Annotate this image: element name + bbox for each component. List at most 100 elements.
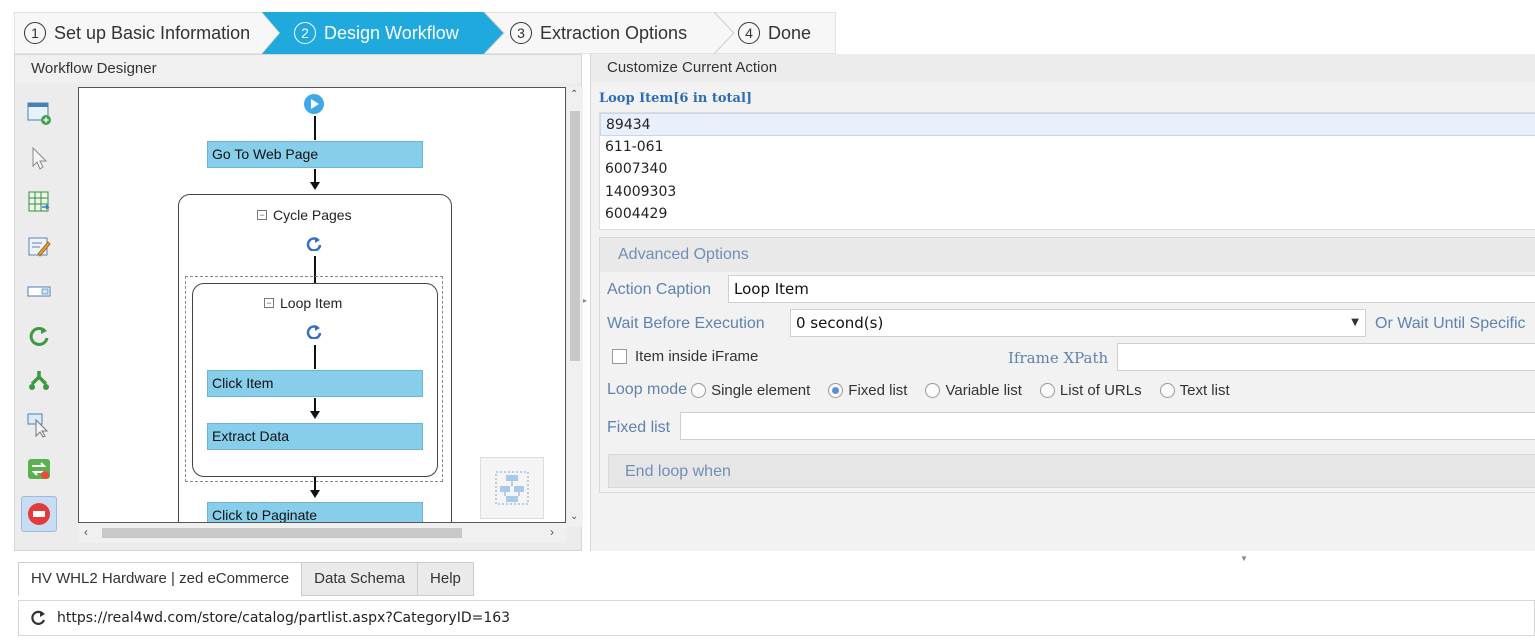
- list-item[interactable]: 6004429: [600, 203, 1535, 226]
- step-number: 1: [24, 22, 46, 44]
- url-text[interactable]: https://real4wd.com/store/catalog/partli…: [57, 610, 510, 626]
- fixed-list-label: Fixed list: [607, 419, 671, 436]
- loop-icon: [306, 325, 322, 339]
- tab-help[interactable]: Help: [417, 562, 474, 596]
- loop-mode-row: Loop mode Single element Fixed list Vari…: [607, 381, 1248, 399]
- step-label: Done: [768, 22, 812, 43]
- edit-form-icon[interactable]: [21, 229, 57, 265]
- wait-before-select[interactable]: 0 second(s) ▼: [790, 309, 1366, 337]
- branch-icon[interactable]: [21, 362, 57, 398]
- browser-tabs: HV WHL2 Hardware | zed eCommerce Data Sc…: [18, 562, 474, 596]
- fixed-list-input[interactable]: [680, 412, 1535, 440]
- loop-icon[interactable]: [21, 318, 57, 354]
- swap-icon[interactable]: [21, 451, 57, 487]
- refresh-icon[interactable]: [29, 609, 47, 627]
- extract-table-icon[interactable]: [21, 184, 57, 220]
- group-label: Cycle Pages: [273, 207, 352, 223]
- node-extract-data[interactable]: Extract Data: [207, 423, 423, 450]
- iframe-checkbox[interactable]: [612, 349, 627, 364]
- collapse-icon[interactable]: −: [257, 210, 267, 220]
- advanced-options-header[interactable]: Advanced Options: [600, 238, 1535, 272]
- click-select-icon[interactable]: [21, 407, 57, 443]
- connector: [314, 116, 316, 140]
- radio-label: Text list: [1179, 381, 1230, 399]
- panel-title: Workflow Designer: [15, 55, 581, 83]
- radio-selected-icon[interactable]: [828, 382, 844, 398]
- radio-fixed-list[interactable]: Fixed list: [828, 382, 907, 399]
- wait-before-value: 0 second(s): [796, 314, 884, 332]
- step-label: Set up Basic Information: [54, 22, 251, 43]
- pointer-icon[interactable]: [21, 140, 57, 176]
- toolbox: [21, 95, 65, 545]
- end-loop-when-header[interactable]: End loop when: [608, 454, 1535, 488]
- scroll-down-icon[interactable]: ⌄: [570, 511, 578, 522]
- wait-before-label: Wait Before Execution: [607, 315, 765, 332]
- group-label: Loop Item: [280, 295, 343, 311]
- radio-label: Fixed list: [848, 381, 908, 399]
- list-item[interactable]: 611-061: [600, 136, 1535, 159]
- stop-icon[interactable]: [21, 495, 57, 532]
- url-bar[interactable]: https://real4wd.com/store/catalog/partli…: [18, 600, 1535, 636]
- collapse-icon[interactable]: −: [264, 298, 274, 308]
- action-caption-input[interactable]: Loop Item: [728, 275, 1535, 303]
- panel-title: Customize Current Action: [591, 54, 1535, 82]
- arrow-icon: [310, 182, 320, 190]
- scroll-right-icon[interactable]: ›: [550, 525, 554, 539]
- node-click-to-paginate[interactable]: Click to Paginate: [207, 502, 423, 522]
- canvas-vertical-scrollbar[interactable]: ⌃ ⌄: [567, 87, 583, 527]
- scrollbar-thumb[interactable]: [102, 528, 462, 538]
- group-title-loop-item: − Loop Item: [264, 295, 342, 311]
- start-icon: [304, 94, 324, 114]
- connector: [314, 169, 316, 183]
- radio-icon[interactable]: [691, 382, 707, 398]
- loop-mode-label: Loop mode: [607, 381, 688, 398]
- arrow-icon: [310, 490, 320, 498]
- iframe-xpath-input[interactable]: [1117, 343, 1535, 371]
- scrollbar-thumb[interactable]: [570, 111, 580, 361]
- tab-data-schema[interactable]: Data Schema: [301, 562, 419, 596]
- radio-icon[interactable]: [1039, 382, 1055, 398]
- scroll-left-icon[interactable]: ‹: [84, 525, 88, 539]
- wizard-step-design-workflow[interactable]: 2 Design Workflow: [262, 12, 504, 54]
- scroll-up-icon[interactable]: ⌃: [570, 89, 578, 100]
- loop-item-count-title: Loop Item[6 in total]: [599, 91, 753, 106]
- step-number: 2: [294, 22, 316, 44]
- input-field-icon[interactable]: [21, 273, 57, 309]
- radio-list-of-urls[interactable]: List of URLs: [1039, 381, 1142, 399]
- step-label: Extraction Options: [540, 22, 688, 43]
- canvas-horizontal-scrollbar[interactable]: ‹ ›: [78, 523, 566, 543]
- wait-until-link[interactable]: Or Wait Until Specific: [1375, 315, 1526, 333]
- radio-label: Variable list: [945, 381, 1022, 399]
- radio-icon[interactable]: [925, 382, 941, 398]
- radio-single-element[interactable]: Single element: [691, 382, 810, 399]
- wizard-steps: 1 Set up Basic Information 2 Design Workfl…: [14, 12, 836, 54]
- splitter-handle-icon[interactable]: ▸: [583, 296, 587, 305]
- connector: [314, 345, 316, 369]
- step-label: Design Workflow: [324, 22, 459, 43]
- workflow-designer-panel: Workflow Designer Go To Web Page − Cycle…: [14, 54, 583, 551]
- workflow-map-icon[interactable]: [480, 457, 544, 519]
- dropdown-arrow-icon[interactable]: ▼: [1351, 310, 1359, 336]
- advanced-options-section: Advanced Options Action Caption Loop Ite…: [599, 237, 1535, 493]
- iframe-xpath-label: Iframe XPath: [1008, 349, 1109, 367]
- node-go-to-web-page[interactable]: Go To Web Page: [207, 141, 423, 168]
- list-item[interactable]: 14009303: [600, 181, 1535, 204]
- radio-text-list[interactable]: Text list: [1159, 381, 1230, 399]
- iframe-checkbox-row[interactable]: Item inside iFrame: [612, 348, 758, 365]
- list-item[interactable]: 89434: [600, 113, 1535, 136]
- splitter-arrow-icon[interactable]: ▼: [1240, 554, 1248, 563]
- radio-label: List of URLs: [1059, 381, 1142, 399]
- list-item[interactable]: 6007340: [600, 158, 1535, 181]
- iframe-label: Item inside iFrame: [635, 348, 759, 365]
- wizard-step-done[interactable]: 4 Done: [714, 12, 836, 54]
- wizard-step-basic-info[interactable]: 1 Set up Basic Information: [14, 12, 281, 54]
- new-page-icon[interactable]: [21, 95, 57, 131]
- tab-webpage[interactable]: HV WHL2 Hardware | zed eCommerce: [18, 562, 303, 596]
- wizard-step-extraction-options[interactable]: 3 Extraction Options: [484, 12, 736, 54]
- loop-item-list[interactable]: 89434 611-061 6007340 14009303 6004429: [599, 112, 1535, 230]
- arrow-icon: [310, 411, 320, 419]
- loop-icon: [306, 237, 322, 251]
- node-click-item[interactable]: Click Item: [207, 370, 423, 397]
- radio-icon[interactable]: [1159, 382, 1175, 398]
- radio-variable-list[interactable]: Variable list: [925, 381, 1022, 399]
